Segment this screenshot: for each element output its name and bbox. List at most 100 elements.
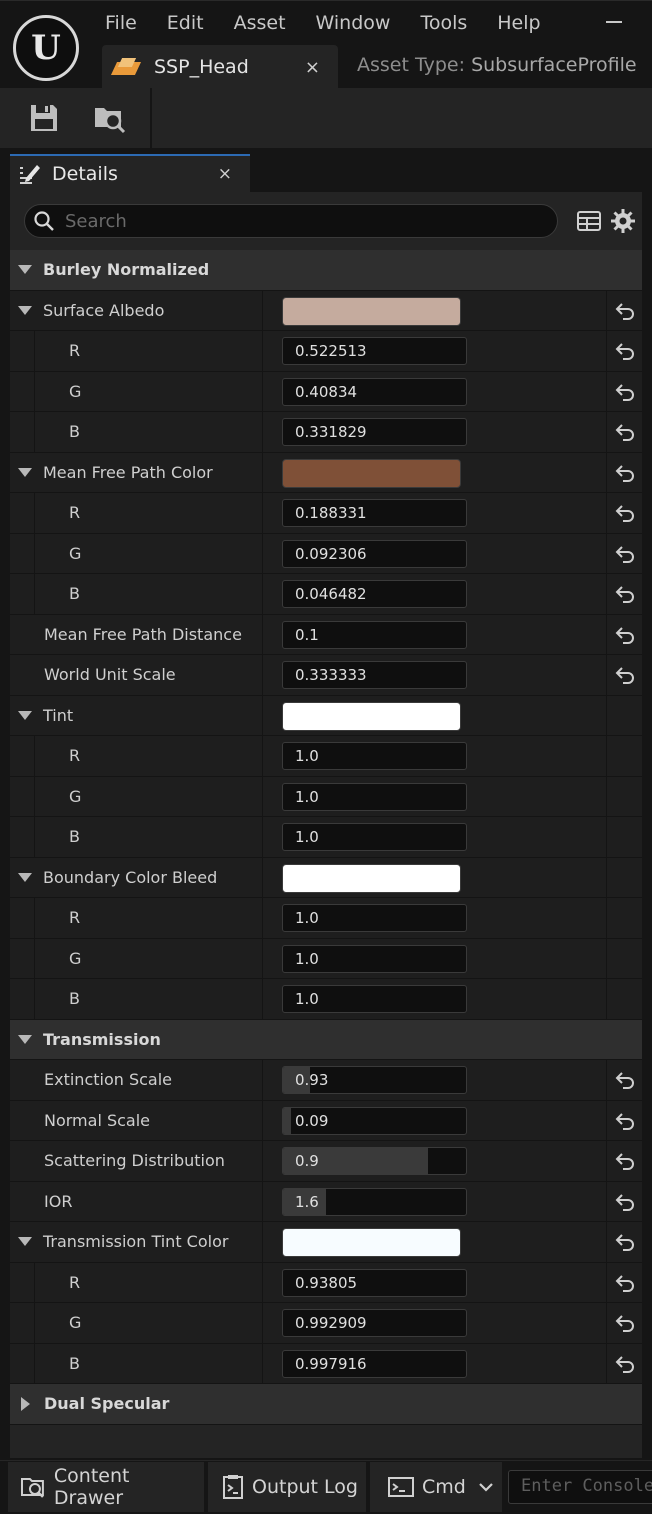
expand-arrow-icon[interactable]	[18, 1034, 32, 1044]
column-divider	[606, 1181, 607, 1221]
expand-arrow-icon[interactable]	[18, 305, 32, 315]
number-input[interactable]: 1.0	[282, 823, 467, 851]
column-divider	[262, 1100, 263, 1140]
number-input[interactable]: 0.997916	[282, 1349, 467, 1378]
property-name[interactable]: Mean Free Path Color	[10, 453, 262, 493]
reset-to-default-icon[interactable]	[614, 583, 636, 605]
document-tab[interactable]: SSP_Head ×	[102, 45, 338, 89]
reset-to-default-icon[interactable]	[614, 1353, 636, 1375]
property-mean-free-path-color: Mean Free Path Color	[10, 452, 642, 493]
reset-to-default-icon[interactable]	[614, 543, 636, 565]
reset-to-default-icon[interactable]	[614, 624, 636, 646]
reset-to-default-icon[interactable]	[614, 502, 636, 524]
property-name: G	[10, 534, 262, 574]
number-input[interactable]: 0.93	[282, 1066, 467, 1094]
number-input[interactable]: 1.6	[282, 1187, 467, 1216]
category-header[interactable]: Burley Normalized	[10, 250, 642, 290]
number-input[interactable]: 0.188331	[282, 499, 467, 527]
reset-to-default-icon[interactable]	[614, 421, 636, 443]
reset-to-default-icon[interactable]	[614, 381, 636, 403]
menu-window[interactable]: Window	[301, 12, 406, 34]
reset-to-default-icon[interactable]	[614, 1312, 636, 1334]
number-input[interactable]: 0.9	[282, 1147, 467, 1175]
close-details-icon[interactable]: ×	[218, 164, 232, 184]
details-tab[interactable]: Details ×	[10, 154, 250, 192]
number-input[interactable]: 0.09	[282, 1106, 467, 1135]
number-input[interactable]: 0.333333	[282, 661, 467, 689]
color-swatch[interactable]	[282, 863, 461, 893]
expand-arrow-icon[interactable]	[18, 467, 32, 477]
category-header[interactable]: Dual Specular	[10, 1384, 642, 1424]
cmd-dropdown[interactable]: Cmd	[370, 1462, 502, 1512]
close-tab-icon[interactable]: ×	[305, 57, 320, 78]
number-input[interactable]: 0.092306	[282, 539, 467, 568]
property-transmission-tint-color-g: G 0.992909	[10, 1303, 642, 1344]
column-divider	[606, 857, 607, 897]
menu-asset[interactable]: Asset	[219, 12, 301, 34]
reset-to-default-icon[interactable]	[614, 1069, 636, 1091]
console-input[interactable]: Enter Console Command	[508, 1470, 652, 1504]
menu-file[interactable]: File	[90, 12, 152, 34]
settings-gear-icon[interactable]	[610, 208, 636, 234]
reset-to-default-icon[interactable]	[614, 1150, 636, 1172]
reset-to-default-icon[interactable]	[614, 300, 636, 322]
column-divider	[262, 695, 263, 735]
column-divider	[262, 1060, 263, 1100]
property-name[interactable]: Tint	[10, 696, 262, 736]
reset-to-default-icon[interactable]	[614, 1231, 636, 1253]
number-input[interactable]: 1.0	[282, 944, 467, 973]
color-swatch[interactable]	[282, 701, 461, 731]
property-name[interactable]: Transmission Tint Color	[10, 1222, 262, 1262]
content-drawer-button[interactable]: Content Drawer	[8, 1462, 204, 1512]
expand-arrow-icon[interactable]	[18, 1237, 32, 1247]
number-input[interactable]: 1.0	[282, 742, 467, 770]
reset-to-default-icon[interactable]	[614, 1191, 636, 1213]
reset-to-default-icon[interactable]	[614, 1272, 636, 1294]
menu-tools[interactable]: Tools	[405, 12, 482, 34]
unreal-logo-icon[interactable]: U	[13, 15, 79, 81]
number-input[interactable]: 0.1	[282, 620, 467, 649]
property-surface-albedo-r: R 0.522513	[10, 331, 642, 372]
number-input[interactable]: 0.992909	[282, 1309, 467, 1337]
property-name[interactable]: Boundary Color Bleed	[10, 858, 262, 898]
menu-edit[interactable]: Edit	[152, 12, 219, 34]
color-swatch[interactable]	[282, 1228, 461, 1257]
toolbar	[0, 88, 652, 148]
output-log-button[interactable]: Output Log	[208, 1462, 366, 1512]
category-header[interactable]: Transmission	[10, 1020, 642, 1060]
menu-help[interactable]: Help	[482, 12, 555, 34]
reset-to-default-icon[interactable]	[614, 462, 636, 484]
minimize-icon[interactable]	[606, 21, 622, 23]
expand-arrow-icon[interactable]	[18, 872, 32, 882]
expand-arrow-icon[interactable]	[18, 265, 32, 275]
reset-to-default-icon[interactable]	[614, 664, 636, 686]
property-name[interactable]: Surface Albedo	[10, 291, 262, 331]
number-input[interactable]: 0.522513	[282, 337, 467, 365]
search-input[interactable]: Search	[24, 204, 558, 238]
menu-bar: File Edit Asset Window Tools Help	[90, 1, 556, 45]
number-input[interactable]: 1.0	[282, 985, 467, 1013]
number-input[interactable]: 1.0	[282, 782, 467, 811]
column-divider	[262, 1181, 263, 1221]
number-input[interactable]: 0.40834	[282, 377, 467, 406]
number-input[interactable]: 0.046482	[282, 580, 467, 608]
reset-to-default-icon[interactable]	[614, 1110, 636, 1132]
browse-icon[interactable]	[94, 102, 126, 134]
save-icon[interactable]	[28, 102, 60, 134]
property-label: Tint	[43, 705, 74, 725]
collapse-arrow-icon[interactable]	[21, 1396, 30, 1411]
expand-arrow-icon[interactable]	[18, 710, 32, 720]
property-mean-free-path-color-g: G 0.092306	[10, 533, 642, 574]
property-label: R	[69, 746, 81, 766]
color-swatch[interactable]	[282, 458, 461, 488]
property-label: Extinction Scale	[44, 1070, 173, 1090]
number-input[interactable]: 0.93805	[282, 1268, 467, 1297]
column-divider	[606, 574, 607, 614]
number-input[interactable]: 1.0	[282, 904, 467, 932]
number-input[interactable]: 0.331829	[282, 418, 467, 446]
property-scattering-distribution: Scattering Distribution 0.9	[10, 1141, 642, 1182]
table-view-icon[interactable]	[576, 208, 602, 234]
property-name: B	[10, 817, 262, 857]
color-swatch[interactable]	[282, 296, 461, 326]
reset-to-default-icon[interactable]	[614, 340, 636, 362]
